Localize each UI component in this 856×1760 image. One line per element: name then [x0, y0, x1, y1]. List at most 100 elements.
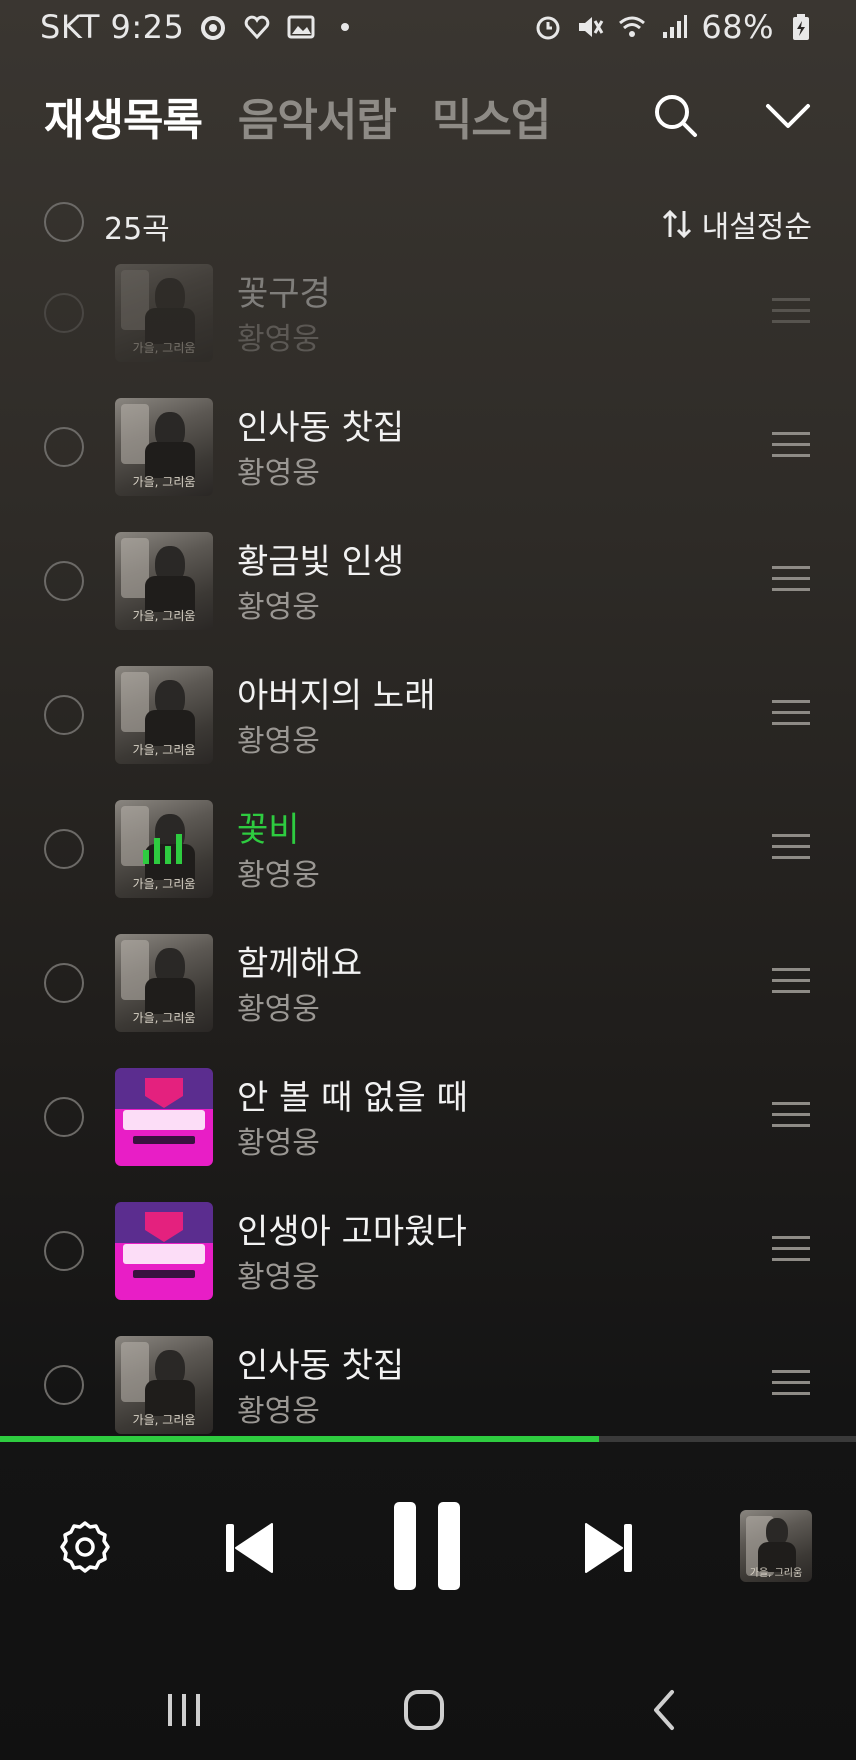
song-artist: 황영웅 — [237, 1260, 320, 1295]
song-title: 꽃구경 — [237, 274, 331, 314]
moon-dot-icon — [201, 16, 226, 40]
song-title: 인사동 찻집 — [237, 1346, 405, 1386]
drag-handle-icon[interactable] — [772, 430, 810, 460]
back-icon[interactable] — [648, 1688, 678, 1732]
album-caption: 가을, 그리움 — [132, 877, 196, 891]
song-list[interactable]: 가을, 그리움 꽃구경 황영웅 가을, 그리움 인사동 찻집 황영웅 가을, 그리움 황금빛 … — [0, 264, 856, 1436]
sort-label: 내설정순 — [701, 210, 812, 245]
alarm-icon — [536, 16, 560, 40]
album-caption: 가을, 그리움 — [132, 1413, 196, 1427]
tab-mixup[interactable]: 믹스업 — [432, 84, 551, 148]
system-nav-bar — [0, 1660, 856, 1760]
drag-handle-icon[interactable] — [772, 1368, 810, 1398]
song-checkbox[interactable] — [44, 427, 84, 467]
album-art: 가을, 그리움 — [115, 398, 213, 496]
drag-handle-icon[interactable] — [772, 1234, 810, 1264]
drag-handle-icon[interactable] — [772, 698, 810, 728]
tab-playlist[interactable]: 재생목록 — [44, 84, 203, 148]
next-track-icon[interactable] — [582, 1520, 636, 1576]
playback-progress-bar[interactable] — [0, 1436, 856, 1442]
song-artist: 황영웅 — [237, 724, 320, 759]
player-controls: 가을, 그리움 — [0, 1450, 856, 1640]
song-artist: 황영웅 — [237, 1126, 320, 1161]
album-art: 가을, 그리움 — [115, 666, 213, 764]
song-title: 인사동 찻집 — [237, 408, 405, 448]
song-checkbox[interactable] — [44, 1365, 84, 1405]
song-artist: 황영웅 — [237, 992, 320, 1027]
drag-handle-icon[interactable] — [772, 564, 810, 594]
album-caption: 가을, 그리움 — [132, 609, 196, 623]
song-row[interactable]: 가을, 그리움 아버지의 노래황영웅 — [0, 648, 856, 782]
song-artist: 황영웅 — [237, 322, 320, 357]
status-bar: SKT 9:25 68% — [0, 0, 856, 56]
select-all-checkbox[interactable] — [44, 202, 84, 242]
album-caption: 가을, 그리움 — [132, 341, 196, 355]
image-icon — [287, 15, 315, 39]
list-header: 25곡 내설정순 — [44, 198, 812, 248]
recent-apps-icon[interactable] — [164, 1688, 204, 1732]
chevron-down-icon[interactable] — [760, 88, 816, 144]
drag-handle-icon[interactable] — [772, 296, 810, 326]
signal-icon — [663, 15, 688, 38]
song-row[interactable]: 가을, 그리움 인사동 찻집황영웅 — [0, 1318, 856, 1436]
album-art: 가을, 그리움 — [115, 264, 213, 362]
status-carrier-time: SKT 9:25 — [40, 8, 185, 46]
album-caption: 가을, 그리움 — [132, 475, 196, 489]
previous-track-icon[interactable] — [222, 1520, 276, 1576]
search-icon[interactable] — [648, 88, 704, 144]
playback-progress-fill — [0, 1436, 600, 1442]
song-checkbox[interactable] — [44, 1231, 84, 1271]
song-count: 25곡 — [104, 212, 170, 247]
song-title: 꽃비 — [237, 810, 300, 850]
heart-icon — [245, 15, 270, 40]
song-checkbox[interactable] — [44, 695, 84, 735]
song-checkbox[interactable] — [44, 963, 84, 1003]
home-icon[interactable] — [402, 1688, 446, 1732]
album-caption: 가을, 그리움 — [132, 743, 196, 757]
song-row[interactable]: 인생아 고마웠다황영웅 — [0, 1184, 856, 1318]
wifi-icon — [619, 16, 646, 37]
song-checkbox[interactable] — [44, 829, 84, 869]
song-title: 함께해요 — [237, 944, 363, 984]
song-row[interactable]: 가을, 그리움 꽃구경황영웅 — [0, 264, 856, 380]
drag-handle-icon[interactable] — [772, 832, 810, 862]
song-checkbox[interactable] — [44, 293, 84, 333]
battery-icon — [793, 14, 809, 40]
album-art: 가을, 그리움 — [115, 934, 213, 1032]
dot-icon — [341, 23, 350, 31]
album-art: 가을, 그리움 — [115, 1336, 213, 1434]
song-artist: 황영웅 — [237, 590, 320, 625]
pause-icon[interactable] — [392, 1500, 462, 1592]
song-row[interactable]: 가을, 그리움 인사동 찻집황영웅 — [0, 380, 856, 514]
song-row[interactable]: 안 볼 때 없을 때황영웅 — [0, 1050, 856, 1184]
song-row[interactable]: 가을, 그리움 꽃비황영웅 — [0, 782, 856, 916]
sort-button[interactable]: 내설정순 — [660, 202, 812, 246]
sort-icon — [662, 209, 691, 239]
song-checkbox[interactable] — [44, 1097, 84, 1137]
drag-handle-icon[interactable] — [772, 1100, 810, 1130]
drag-handle-icon[interactable] — [772, 966, 810, 996]
song-artist: 황영웅 — [237, 1394, 320, 1429]
album-art — [115, 1202, 213, 1300]
song-checkbox[interactable] — [44, 561, 84, 601]
now-playing-album-art[interactable]: 가을, 그리움 — [740, 1510, 812, 1582]
now-playing-equalizer-icon — [143, 834, 185, 864]
album-caption: 가을, 그리움 — [132, 1011, 196, 1025]
album-art: 가을, 그리움 — [115, 800, 213, 898]
album-caption: 가을, 그리움 — [749, 1568, 803, 1579]
battery-percent: 68% — [701, 8, 774, 46]
song-title: 황금빛 인생 — [237, 542, 405, 582]
settings-gear-icon[interactable] — [56, 1518, 114, 1576]
tab-music-drawer[interactable]: 음악서랍 — [238, 84, 397, 148]
song-artist: 황영웅 — [237, 456, 320, 491]
album-art: 가을, 그리움 — [115, 532, 213, 630]
mute-icon — [579, 17, 604, 37]
album-art — [115, 1068, 213, 1166]
song-title: 인생아 고마웠다 — [237, 1212, 467, 1252]
song-row[interactable]: 가을, 그리움 함께해요황영웅 — [0, 916, 856, 1050]
song-artist: 황영웅 — [237, 858, 320, 893]
song-title: 아버지의 노래 — [237, 676, 436, 716]
song-title: 안 볼 때 없을 때 — [237, 1078, 468, 1118]
header: 재생목록 음악서랍 믹스업 — [44, 78, 816, 154]
song-row[interactable]: 가을, 그리움 황금빛 인생황영웅 — [0, 514, 856, 648]
